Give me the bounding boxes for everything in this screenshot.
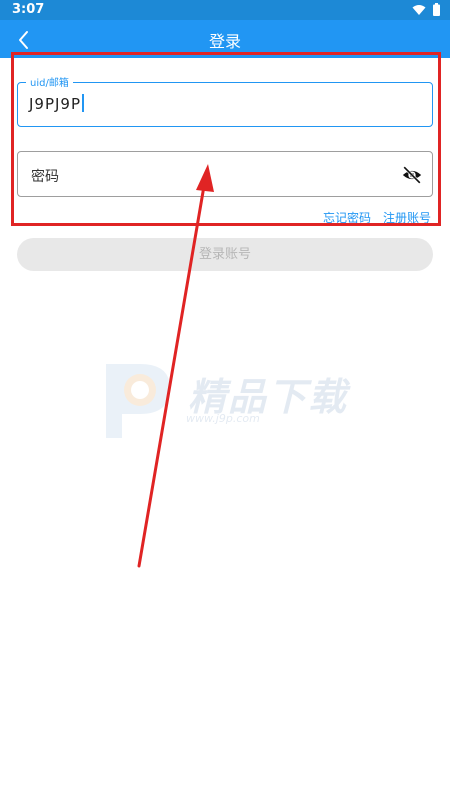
status-icons <box>412 3 440 16</box>
watermark: 精品下载 www.j9p.com <box>100 358 360 448</box>
status-time: 3:07 <box>12 2 45 17</box>
watermark-logo <box>106 364 170 438</box>
battery-icon <box>433 3 440 16</box>
watermark-url: www.j9p.com <box>186 412 260 425</box>
login-button[interactable]: 登录账号 <box>17 238 433 271</box>
page-title: 登录 <box>208 32 241 51</box>
wifi-icon <box>412 4 426 15</box>
status-bar: 3:07 <box>0 0 450 20</box>
annotation-highlight-box <box>11 52 441 226</box>
